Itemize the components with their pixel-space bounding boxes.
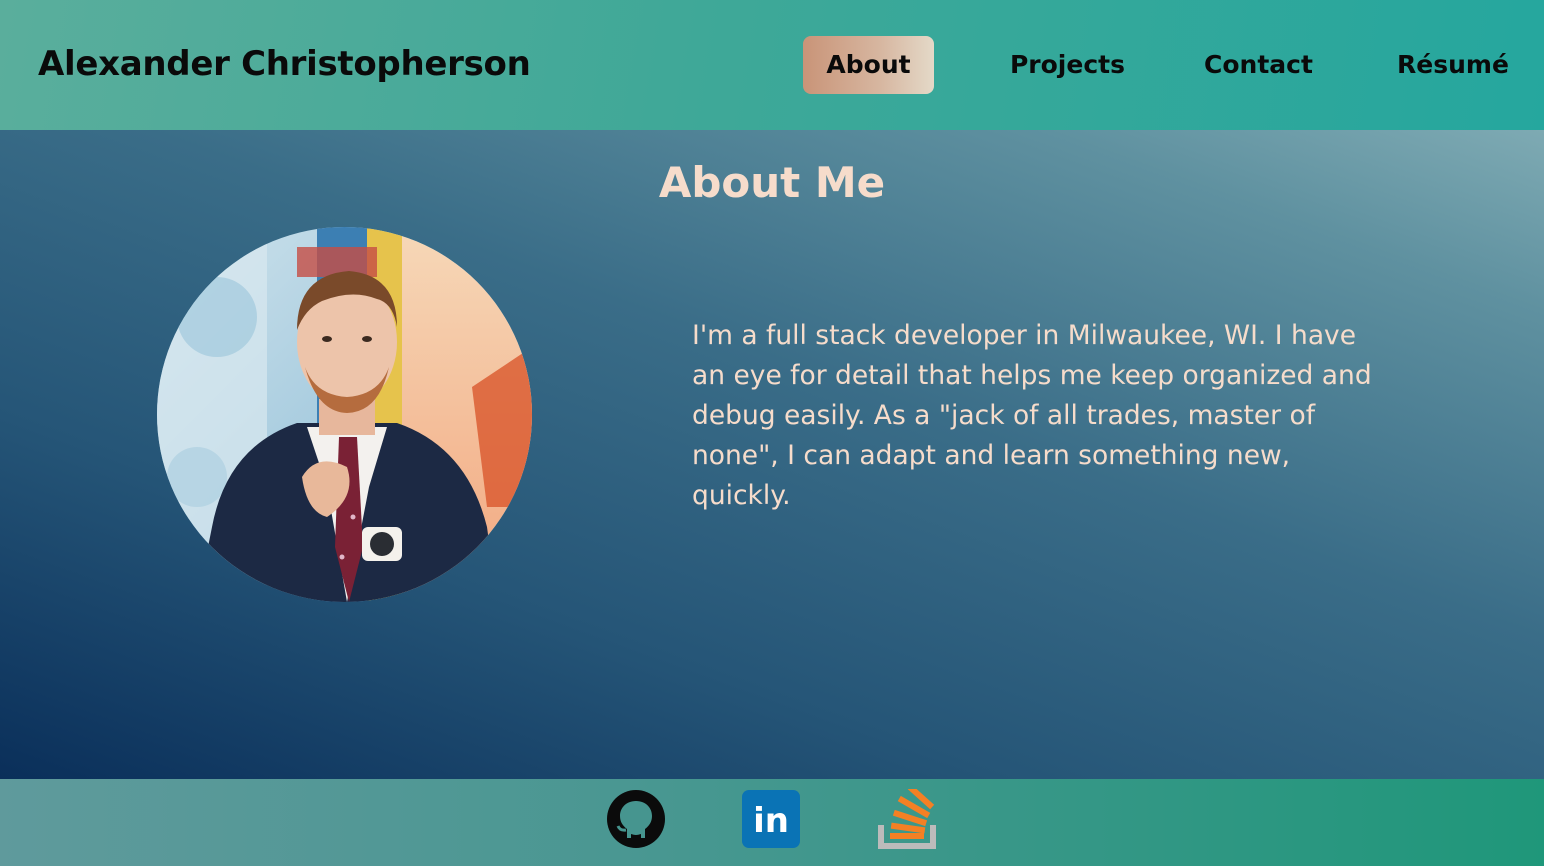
github-icon xyxy=(607,790,665,848)
section-title: About Me xyxy=(658,158,886,207)
linkedin-icon-text: in xyxy=(753,801,789,841)
about-section: About Me I'm a full stack developer in M… xyxy=(0,130,1544,779)
site-brand[interactable]: Alexander Christopherson xyxy=(38,44,531,84)
site-header: Alexander Christopherson About Projects … xyxy=(0,0,1544,130)
nav-projects-link[interactable]: Projects xyxy=(1000,36,1135,94)
stackoverflow-link[interactable] xyxy=(876,789,936,849)
nav-resume-link[interactable]: Résumé xyxy=(1388,36,1518,94)
linkedin-link[interactable]: in xyxy=(741,789,801,849)
linkedin-icon: in xyxy=(742,790,800,848)
bio-text: I'm a full stack developer in Milwaukee,… xyxy=(692,320,1372,511)
nav-about-tab[interactable]: About xyxy=(803,36,934,94)
stackoverflow-icon xyxy=(878,789,936,849)
profile-photo xyxy=(157,227,532,602)
github-link[interactable] xyxy=(606,789,666,849)
site-footer: in xyxy=(0,779,1544,866)
nav-contact-link[interactable]: Contact xyxy=(1193,36,1324,94)
